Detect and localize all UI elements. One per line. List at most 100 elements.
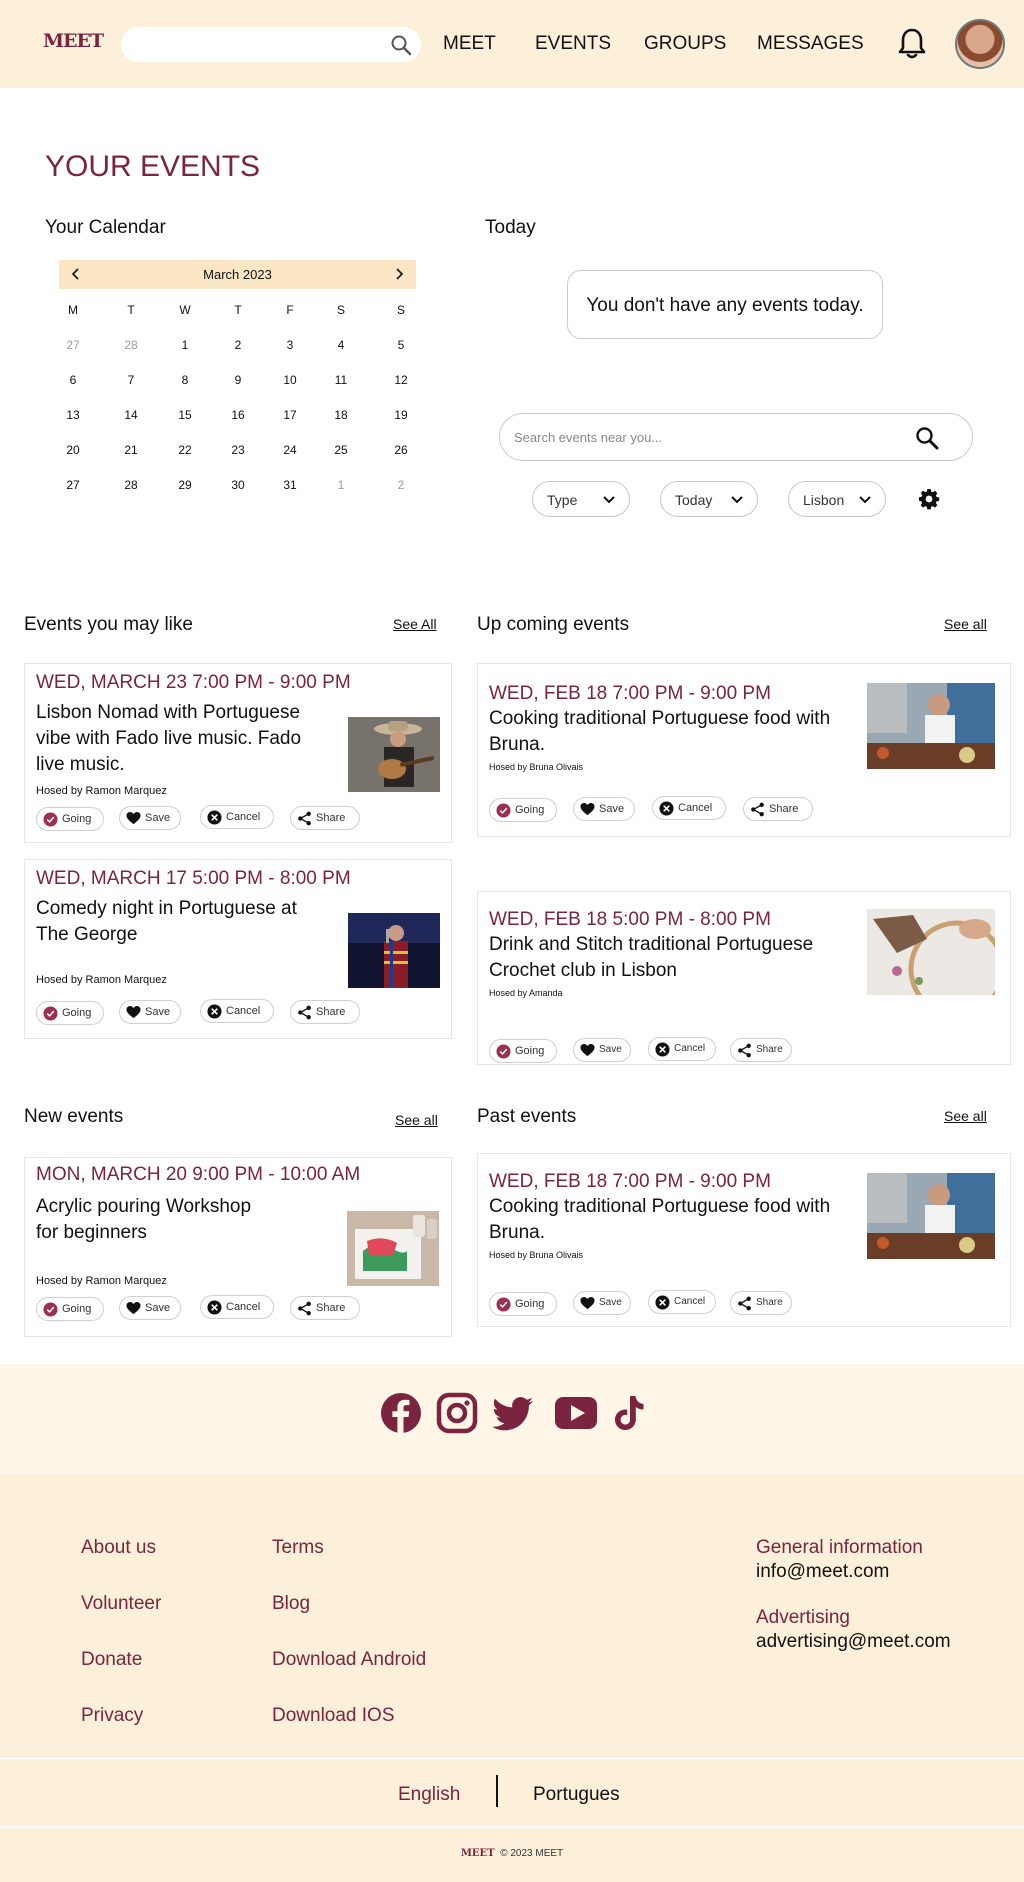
language-portugues[interactable]: Portugues xyxy=(533,1784,620,1806)
facebook-icon[interactable] xyxy=(380,1392,422,1434)
event-title[interactable]: Acrylic pouring Workshop for beginners xyxy=(36,1194,276,1246)
calendar-day[interactable]: 23 xyxy=(218,443,258,457)
calendar-day[interactable]: 19 xyxy=(381,408,421,422)
cancel-button[interactable]: Cancel xyxy=(648,1037,716,1061)
header-search-input[interactable] xyxy=(121,27,421,62)
calendar-day[interactable]: 9 xyxy=(218,373,258,387)
bell-icon[interactable] xyxy=(896,26,928,60)
calendar-day[interactable]: 28 xyxy=(111,478,151,492)
event-image-cooking[interactable] xyxy=(867,683,995,769)
share-button[interactable]: Share xyxy=(730,1291,792,1315)
save-button[interactable]: Save xyxy=(573,797,635,821)
calendar-day[interactable]: 7 xyxy=(111,373,151,387)
calendar-day[interactable]: 28 xyxy=(111,338,151,352)
going-button[interactable]: Going xyxy=(489,798,557,822)
cancel-button[interactable]: Cancel xyxy=(200,805,274,829)
calendar-day[interactable]: 8 xyxy=(165,373,205,387)
calendar-day[interactable]: 24 xyxy=(270,443,310,457)
event-card[interactable]: WED, FEB 18 7:00 PM - 9:00 PM Cooking tr… xyxy=(477,663,1011,837)
calendar-day[interactable]: 14 xyxy=(111,408,151,422)
footer-link-android[interactable]: Download Android xyxy=(272,1649,426,1671)
chevron-right-icon[interactable] xyxy=(390,265,408,283)
footer-link-ios[interactable]: Download IOS xyxy=(272,1705,395,1727)
filter-location[interactable]: Lisbon xyxy=(788,481,886,517)
logo[interactable]: MEET xyxy=(43,30,104,52)
see-all-past[interactable]: See all xyxy=(944,1108,987,1124)
see-all-upcoming[interactable]: See all xyxy=(944,616,987,632)
footer-link-volunteer[interactable]: Volunteer xyxy=(81,1593,161,1615)
calendar-day[interactable]: 1 xyxy=(165,338,205,352)
share-button[interactable]: Share xyxy=(290,806,360,830)
save-button[interactable]: Save xyxy=(573,1038,631,1062)
calendar-day[interactable]: 15 xyxy=(165,408,205,422)
share-button[interactable]: Share xyxy=(730,1038,792,1062)
nav-events[interactable]: EVENTS xyxy=(535,33,611,55)
footer-link-blog[interactable]: Blog xyxy=(272,1593,310,1615)
calendar-day[interactable]: 6 xyxy=(53,373,93,387)
calendar-day[interactable]: 1 xyxy=(321,478,361,492)
cancel-button[interactable]: Cancel xyxy=(200,1295,274,1319)
footer-link-about[interactable]: About us xyxy=(81,1537,156,1559)
filter-date[interactable]: Today xyxy=(660,481,758,517)
going-button[interactable]: Going xyxy=(36,1001,104,1025)
calendar-day[interactable]: 11 xyxy=(321,373,361,387)
calendar-day[interactable]: 27 xyxy=(53,338,93,352)
nav-meet[interactable]: MEET xyxy=(443,33,496,55)
share-button[interactable]: Share xyxy=(743,797,813,821)
calendar-day[interactable]: 5 xyxy=(381,338,421,352)
going-button[interactable]: Going xyxy=(489,1292,557,1316)
footer-link-donate[interactable]: Donate xyxy=(81,1649,142,1671)
calendar-day[interactable]: 31 xyxy=(270,478,310,492)
calendar-day[interactable]: 2 xyxy=(381,478,421,492)
calendar-day[interactable]: 29 xyxy=(165,478,205,492)
going-button[interactable]: Going xyxy=(36,1297,104,1321)
calendar-day[interactable]: 21 xyxy=(111,443,151,457)
calendar-day[interactable]: 18 xyxy=(321,408,361,422)
cancel-button[interactable]: Cancel xyxy=(648,1290,716,1314)
event-card[interactable]: MON, MARCH 20 9:00 PM - 10:00 AM Acrylic… xyxy=(24,1157,452,1337)
filter-type[interactable]: Type xyxy=(532,481,630,517)
nav-groups[interactable]: GROUPS xyxy=(644,33,726,55)
language-english[interactable]: English xyxy=(398,1784,460,1806)
calendar-day[interactable]: 2 xyxy=(218,338,258,352)
event-title[interactable]: Comedy night in Portuguese at The George xyxy=(36,896,326,948)
event-title[interactable]: Cooking traditional Portuguese food with… xyxy=(489,1194,869,1246)
calendar-day[interactable]: 4 xyxy=(321,338,361,352)
instagram-icon[interactable] xyxy=(436,1392,478,1434)
tiktok-icon[interactable] xyxy=(612,1392,646,1434)
general-info-email[interactable]: info@meet.com xyxy=(756,1561,889,1583)
going-button[interactable]: Going xyxy=(36,807,104,831)
search-icon[interactable] xyxy=(389,33,413,57)
event-card[interactable]: WED, MARCH 17 5:00 PM - 8:00 PM Comedy n… xyxy=(24,859,452,1039)
event-title[interactable]: Cooking traditional Portuguese food with… xyxy=(489,706,869,758)
advertising-email[interactable]: advertising@meet.com xyxy=(756,1631,951,1653)
calendar-day[interactable]: 10 xyxy=(270,373,310,387)
calendar-day[interactable]: 22 xyxy=(165,443,205,457)
search-icon[interactable] xyxy=(914,425,940,451)
event-image-comedian[interactable] xyxy=(348,913,440,988)
calendar-day[interactable]: 16 xyxy=(218,408,258,422)
avatar[interactable] xyxy=(955,19,1005,69)
calendar-day[interactable]: 25 xyxy=(321,443,361,457)
gear-icon[interactable] xyxy=(917,487,941,511)
footer-link-privacy[interactable]: Privacy xyxy=(81,1705,143,1727)
see-all-new[interactable]: See all xyxy=(395,1112,438,1128)
save-button[interactable]: Save xyxy=(119,1000,181,1024)
nav-messages[interactable]: MESSAGES xyxy=(757,33,864,55)
calendar-day[interactable]: 20 xyxy=(53,443,93,457)
save-button[interactable]: Save xyxy=(119,806,181,830)
save-button[interactable]: Save xyxy=(573,1291,631,1315)
event-title[interactable]: Lisbon Nomad with Portuguese vibe with F… xyxy=(36,700,316,778)
calendar-day[interactable]: 3 xyxy=(270,338,310,352)
event-title[interactable]: Drink and Stitch traditional Portuguese … xyxy=(489,932,869,984)
footer-link-terms[interactable]: Terms xyxy=(272,1537,324,1559)
twitter-icon[interactable] xyxy=(492,1392,534,1434)
calendar-day[interactable]: 30 xyxy=(218,478,258,492)
calendar-day[interactable]: 17 xyxy=(270,408,310,422)
see-all-may-like[interactable]: See All xyxy=(393,616,437,632)
share-button[interactable]: Share xyxy=(290,1000,360,1024)
event-image-guitarist[interactable] xyxy=(348,717,440,792)
calendar-day[interactable]: 12 xyxy=(381,373,421,387)
event-card[interactable]: WED, FEB 18 5:00 PM - 8:00 PM Drink and … xyxy=(477,891,1011,1065)
going-button[interactable]: Going xyxy=(489,1039,557,1063)
